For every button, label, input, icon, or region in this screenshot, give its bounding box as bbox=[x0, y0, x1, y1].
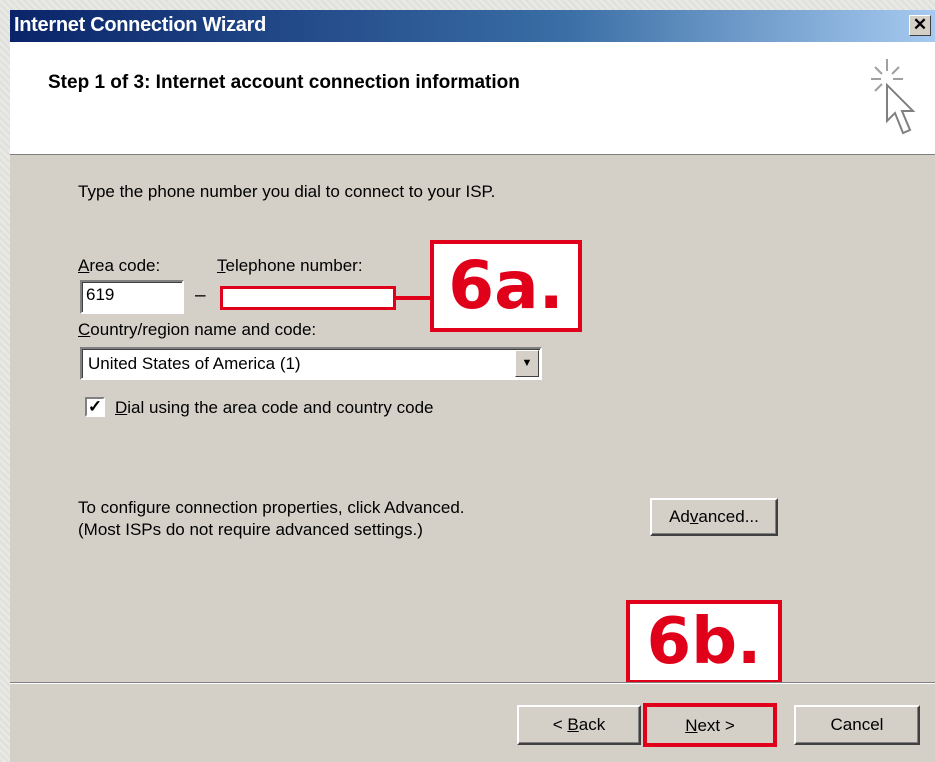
back-button[interactable]: < Back bbox=[517, 705, 641, 745]
dash-separator: – bbox=[195, 285, 206, 306]
window-title: Internet Connection Wizard bbox=[14, 14, 267, 36]
next-button[interactable]: Next > bbox=[643, 703, 777, 747]
dial-label: Dial using the area code and country cod… bbox=[115, 398, 434, 417]
step-title: Step 1 of 3: Internet account connection… bbox=[48, 72, 520, 93]
callout-6a: 6a. bbox=[430, 240, 582, 332]
telephone-label: Telephone number: bbox=[217, 256, 363, 275]
dial-checkbox[interactable]: ✓ bbox=[85, 397, 105, 417]
wizard-window: Internet Connection Wizard ✕ Step 1 of 3… bbox=[10, 10, 935, 762]
footer-divider bbox=[10, 682, 935, 684]
area-code-label: Area code: bbox=[78, 256, 161, 275]
country-select[interactable]: United States of America (1) ▼ bbox=[80, 347, 542, 380]
close-icon: ✕ bbox=[912, 15, 928, 34]
chevron-down-icon: ▼ bbox=[521, 357, 533, 369]
configure-note: (Most ISPs do not require advanced setti… bbox=[78, 520, 423, 539]
country-value: United States of America (1) bbox=[88, 354, 301, 373]
telephone-input[interactable] bbox=[220, 286, 396, 310]
country-label: Country/region name and code: bbox=[78, 320, 317, 339]
area-code-input[interactable]: 619 bbox=[80, 280, 184, 314]
intro-text: Type the phone number you dial to connec… bbox=[78, 182, 496, 201]
title-bar: Internet Connection Wizard ✕ bbox=[10, 10, 935, 42]
callout-6b: 6b. bbox=[626, 600, 782, 684]
wizard-header: Step 1 of 3: Internet account connection… bbox=[10, 42, 935, 155]
configure-text: To configure connection properties, clic… bbox=[78, 498, 465, 517]
callout-connector bbox=[395, 296, 431, 300]
advanced-button[interactable]: Advanced... bbox=[650, 498, 778, 536]
dropdown-button[interactable]: ▼ bbox=[515, 350, 539, 377]
cancel-button[interactable]: Cancel bbox=[794, 705, 920, 745]
close-button[interactable]: ✕ bbox=[909, 15, 931, 36]
sparkle-cursor-icon bbox=[871, 59, 916, 135]
checkmark-icon: ✓ bbox=[87, 397, 103, 416]
